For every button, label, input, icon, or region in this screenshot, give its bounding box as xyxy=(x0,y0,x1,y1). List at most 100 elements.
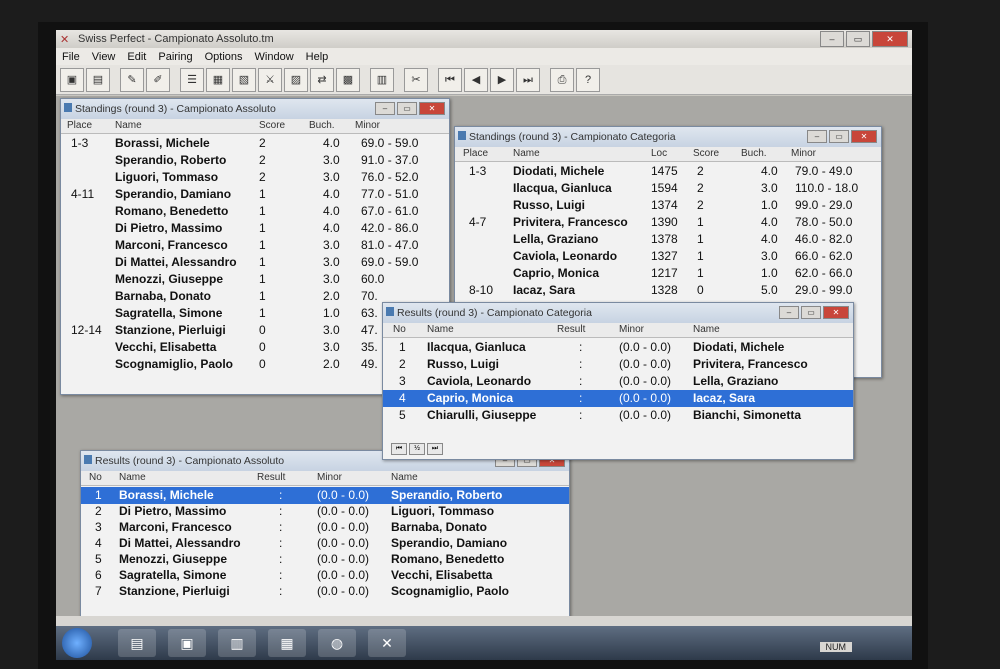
column-header[interactable]: Minor xyxy=(355,120,380,131)
column-header[interactable]: Name xyxy=(513,148,540,159)
table-row[interactable]: 7 Stanzione, Pierluigi: (0.0 - 0.0) Scognam… xyxy=(81,583,569,600)
table-row[interactable]: Marconi, Francesco 1 3.0 81.0 - 47.0 xyxy=(61,237,449,254)
column-header[interactable]: Result xyxy=(257,472,285,483)
table-row[interactable]: 3 Marconi, Francesco: (0.0 - 0.0) Barnaba, … xyxy=(81,519,569,536)
start-button[interactable] xyxy=(62,628,92,658)
maximize-button[interactable]: ▭ xyxy=(801,306,821,319)
table-row[interactable]: 4-11 Sperandio, Damiano 1 4.0 77.0 - 51.0 xyxy=(61,186,449,203)
table-row[interactable]: 6 Sagratella, Simone: (0.0 - 0.0) Vecchi, E… xyxy=(81,567,569,584)
delete-player-icon[interactable]: ✐ xyxy=(146,68,170,92)
minimize-button[interactable]: – xyxy=(779,306,799,319)
table-row[interactable]: 2 Di Pietro, Massimo: (0.0 - 0.0) Liguori, … xyxy=(81,503,569,520)
results-icon[interactable]: ▨ xyxy=(284,68,308,92)
maximize-button[interactable]: ▭ xyxy=(397,102,417,115)
help-icon[interactable]: ? xyxy=(576,68,600,92)
column-header[interactable]: Score xyxy=(693,148,719,159)
column-header[interactable]: Loc xyxy=(651,148,667,159)
table-row[interactable]: 1 Ilacqua, Gianluca: (0.0 - 0.0) Diodati, M… xyxy=(383,339,853,356)
table-row[interactable]: 2 Russo, Luigi: (0.0 - 0.0) Privitera, Fran… xyxy=(383,356,853,373)
table-row[interactable]: 1-3 Diodati, Michele 1475 2 4.0 79.0 - 49.0 xyxy=(455,163,881,180)
close-button[interactable]: ✕ xyxy=(823,306,849,319)
explorer-icon[interactable]: ▤ xyxy=(118,629,156,657)
table-row[interactable]: Lella, Graziano 1378 1 4.0 46.0 - 82.0 xyxy=(455,231,881,248)
folder-icon[interactable]: ▥ xyxy=(218,629,256,657)
column-header[interactable]: Result xyxy=(557,324,585,335)
table-row[interactable]: Liguori, Tommaso 2 3.0 76.0 - 52.0 xyxy=(61,169,449,186)
table-row[interactable]: Romano, Benedetto 1 4.0 67.0 - 61.0 xyxy=(61,203,449,220)
column-header[interactable]: Place xyxy=(463,148,488,159)
column-header[interactable]: Buch. xyxy=(309,120,335,131)
table-row[interactable]: 5 Menozzi, Giuseppe: (0.0 - 0.0) Romano, Be… xyxy=(81,551,569,568)
column-header[interactable]: Place xyxy=(67,120,92,131)
menu-edit[interactable]: Edit xyxy=(127,51,146,63)
edit-player-icon[interactable]: ✎ xyxy=(120,68,144,92)
column-header[interactable]: Name xyxy=(119,472,146,483)
table-row[interactable]: Russo, Luigi 1374 2 1.0 99.0 - 29.0 xyxy=(455,197,881,214)
players-list-icon[interactable]: ☰ xyxy=(180,68,204,92)
minimize-button[interactable]: – xyxy=(375,102,395,115)
table-row[interactable]: 1 Borassi, Michele: (0.0 - 0.0) Sperandio, … xyxy=(81,487,569,504)
last-round-icon[interactable]: ⏭ xyxy=(516,68,540,92)
table-row[interactable]: 4 Caprio, Monica: (0.0 - 0.0) Iacaz, Sara xyxy=(383,390,853,407)
menu-help[interactable]: Help xyxy=(306,51,329,63)
pairing-icon[interactable]: ⚔ xyxy=(258,68,282,92)
half-icon[interactable]: ½ xyxy=(409,443,425,455)
column-header[interactable]: Minor xyxy=(791,148,816,159)
table-row[interactable]: 4-7 Privitera, Francesco 1390 1 4.0 78.0 - 50… xyxy=(455,214,881,231)
menu-pairing[interactable]: Pairing xyxy=(158,51,192,63)
table-row[interactable]: Di Mattei, Alessandro 1 3.0 69.0 - 59.0 xyxy=(61,254,449,271)
table-row[interactable]: Menozzi, Giuseppe 1 3.0 60.0 xyxy=(61,271,449,288)
close-button[interactable]: ✕ xyxy=(419,102,445,115)
new-tournament-icon[interactable]: ▣ xyxy=(60,68,84,92)
column-header[interactable]: Minor xyxy=(619,324,644,335)
column-header[interactable]: Name xyxy=(115,120,142,131)
table-row[interactable]: Sperandio, Roberto 2 3.0 91.0 - 37.0 xyxy=(61,152,449,169)
minimize-button[interactable]: – xyxy=(807,130,827,143)
first-icon[interactable]: ⏮ xyxy=(391,443,407,455)
table-row[interactable]: 3 Caviola, Leonardo: (0.0 - 0.0) Lella, Gra… xyxy=(383,373,853,390)
column-header[interactable]: Buch. xyxy=(741,148,767,159)
crosstable-icon[interactable]: ▧ xyxy=(232,68,256,92)
last-icon[interactable]: ⏭ xyxy=(427,443,443,455)
browser-icon[interactable]: ◍ xyxy=(318,629,356,657)
next-round-icon[interactable]: ▶ xyxy=(490,68,514,92)
column-header[interactable]: Name xyxy=(391,472,418,483)
column-header[interactable]: Name xyxy=(427,324,454,335)
menu-window[interactable]: Window xyxy=(255,51,294,63)
close-button[interactable]: ✕ xyxy=(872,31,908,47)
table-row[interactable]: Caviola, Leonardo 1327 1 3.0 66.0 - 62.0 xyxy=(455,248,881,265)
table-row[interactable]: Ilacqua, Gianluca 1594 2 3.0 110.0 - 18.0 xyxy=(455,180,881,197)
maximize-button[interactable]: ▭ xyxy=(829,130,849,143)
first-round-icon[interactable]: ⏮ xyxy=(438,68,462,92)
prev-round-icon[interactable]: ◀ xyxy=(464,68,488,92)
menu-view[interactable]: View xyxy=(92,51,116,63)
swap-icon[interactable]: ⇄ xyxy=(310,68,334,92)
maximize-button[interactable]: ▭ xyxy=(846,31,870,47)
column-header[interactable]: Name xyxy=(693,324,720,335)
swiss-perfect-task-icon[interactable]: ✕ xyxy=(368,629,406,657)
score-cell: 1 xyxy=(259,221,266,235)
round-icon[interactable]: ▥ xyxy=(370,68,394,92)
table-row[interactable]: 4 Di Mattei, Alessandro: (0.0 - 0.0) Speran… xyxy=(81,535,569,552)
column-header[interactable]: Score xyxy=(259,120,285,131)
column-header[interactable]: No xyxy=(89,472,102,483)
open-icon[interactable]: ▤ xyxy=(86,68,110,92)
document-icon[interactable]: ▦ xyxy=(268,629,306,657)
table-row[interactable]: Di Pietro, Massimo 1 4.0 42.0 - 86.0 xyxy=(61,220,449,237)
table-row[interactable]: 8-10 Iacaz, Sara 1328 0 5.0 29.0 - 99.0 xyxy=(455,282,881,299)
column-header[interactable]: Minor xyxy=(317,472,342,483)
cut-icon[interactable]: ✂ xyxy=(404,68,428,92)
table-row[interactable]: 5 Chiarulli, Giuseppe: (0.0 - 0.0) Bianchi,… xyxy=(383,407,853,424)
close-button[interactable]: ✕ xyxy=(851,130,877,143)
table-row[interactable]: Caprio, Monica 1217 1 1.0 62.0 - 66.0 xyxy=(455,265,881,282)
menu-options[interactable]: Options xyxy=(205,51,243,63)
print-icon[interactable]: ⎙ xyxy=(550,68,574,92)
menu-file[interactable]: File xyxy=(62,51,80,63)
report-icon[interactable]: ▩ xyxy=(336,68,360,92)
standings-icon[interactable]: ▦ xyxy=(206,68,230,92)
minimize-button[interactable]: – xyxy=(820,31,844,47)
column-header[interactable]: No xyxy=(393,324,406,335)
window-switcher-icon[interactable]: ▣ xyxy=(168,629,206,657)
table-row[interactable]: 1-3 Borassi, Michele 2 4.0 69.0 - 59.0 xyxy=(61,135,449,152)
player-name-cell: Sperandio, Roberto xyxy=(115,153,227,167)
